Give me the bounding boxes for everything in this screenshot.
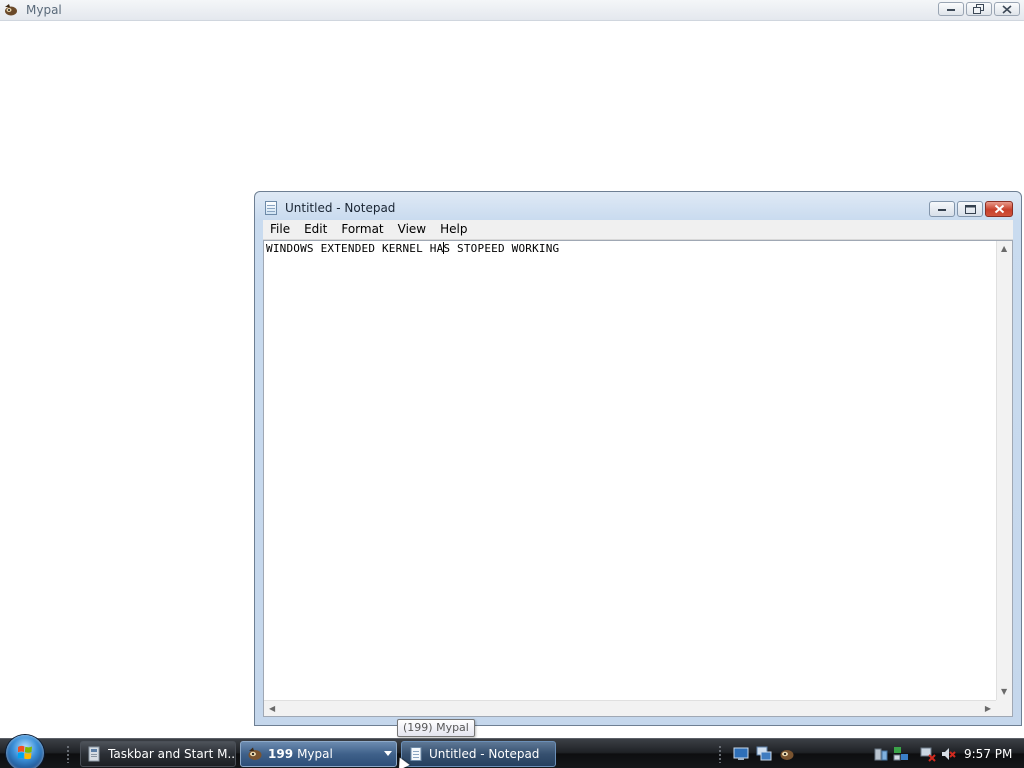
- text-before-caret: WINDOWS EXTENDED KERNEL HA: [266, 242, 444, 255]
- chevron-down-icon[interactable]: [384, 751, 392, 756]
- notepad-text-area[interactable]: WINDOWS EXTENDED KERNEL HAS STOPEED WORK…: [263, 240, 1013, 717]
- taskbar-group-count: 199: [268, 747, 294, 761]
- maximize-icon: [964, 204, 976, 214]
- menu-file[interactable]: File: [263, 220, 297, 239]
- scroll-down-arrow-icon[interactable]: ▼: [1001, 688, 1007, 696]
- mypal-window-titlebar[interactable]: Mypal: [0, 0, 1024, 21]
- mypal-close-button[interactable]: [994, 2, 1020, 16]
- notepad-window: Untitled - Notepad File Edit Format View…: [254, 191, 1022, 726]
- taskbar-tooltip: (199) Mypal: [397, 719, 475, 737]
- close-icon: [1002, 4, 1012, 14]
- notepad-titlebar[interactable]: Untitled - Notepad: [255, 192, 1021, 220]
- desktop: Mypal Untitled - Notepad File Edit Forma…: [0, 0, 1024, 768]
- mypal-minimize-button[interactable]: [938, 2, 964, 16]
- network-icon[interactable]: [893, 746, 909, 762]
- start-button[interactable]: [6, 735, 44, 768]
- mypal-icon: [247, 746, 263, 762]
- notepad-icon: [265, 201, 277, 215]
- scroll-right-arrow-icon[interactable]: ▶: [985, 705, 991, 713]
- minimize-icon: [947, 9, 955, 11]
- safely-remove-hardware-icon[interactable]: [873, 746, 889, 762]
- restore-icon: [973, 4, 984, 14]
- mypal-window-title: Mypal: [26, 3, 62, 17]
- menu-format[interactable]: Format: [334, 220, 390, 239]
- scroll-left-arrow-icon[interactable]: ◀: [269, 705, 275, 713]
- close-icon: [994, 204, 1004, 214]
- menu-help[interactable]: Help: [433, 220, 474, 239]
- taskbar-gripper[interactable]: [66, 745, 70, 763]
- quick-launch-gripper[interactable]: [718, 745, 722, 763]
- system-clock[interactable]: 9:57 PM: [964, 739, 1012, 768]
- switch-windows-icon[interactable]: [756, 746, 772, 762]
- mypal-icon: [3, 3, 19, 17]
- notepad-menubar: File Edit Format View Help: [263, 220, 1013, 240]
- horizontal-scrollbar[interactable]: ◀ ▶: [264, 700, 996, 716]
- taskbar-button-label: Mypal: [297, 747, 333, 761]
- notepad-document-text[interactable]: WINDOWS EXTENDED KERNEL HAS STOPEED WORK…: [266, 242, 559, 256]
- show-desktop-icon[interactable]: [733, 746, 749, 762]
- control-panel-icon: [87, 746, 103, 762]
- menu-edit[interactable]: Edit: [297, 220, 334, 239]
- mypal-restore-button[interactable]: [966, 2, 992, 16]
- volume-muted-icon[interactable]: [940, 746, 956, 762]
- mypal-icon[interactable]: [779, 746, 795, 762]
- notepad-minimize-button[interactable]: [929, 201, 955, 217]
- notepad-icon: [408, 746, 424, 762]
- taskbar-button-notepad[interactable]: Untitled - Notepad: [401, 741, 556, 767]
- taskbar-button-label: Taskbar and Start M...: [108, 747, 235, 761]
- notepad-maximize-button[interactable]: [957, 201, 983, 217]
- notepad-close-button[interactable]: [985, 201, 1013, 217]
- taskbar-button-label: Untitled - Notepad: [429, 747, 540, 761]
- notepad-window-title: Untitled - Notepad: [285, 201, 396, 215]
- scrollbar-corner: [996, 700, 1012, 716]
- vertical-scrollbar[interactable]: ▲ ▼: [996, 241, 1012, 700]
- taskbar-button-taskbar-properties[interactable]: Taskbar and Start M...: [80, 741, 236, 767]
- minimize-icon: [938, 209, 946, 211]
- windows-logo-icon: [17, 745, 32, 760]
- text-after-caret: S STOPEED WORKING: [443, 242, 560, 255]
- taskbar-button-mypal-group[interactable]: 199 Mypal: [240, 741, 397, 767]
- taskbar: Taskbar and Start M... 199 Mypal Untitle…: [0, 735, 1024, 768]
- menu-view[interactable]: View: [391, 220, 433, 239]
- scroll-up-arrow-icon[interactable]: ▲: [1001, 245, 1007, 253]
- network-disconnected-icon[interactable]: [920, 746, 936, 762]
